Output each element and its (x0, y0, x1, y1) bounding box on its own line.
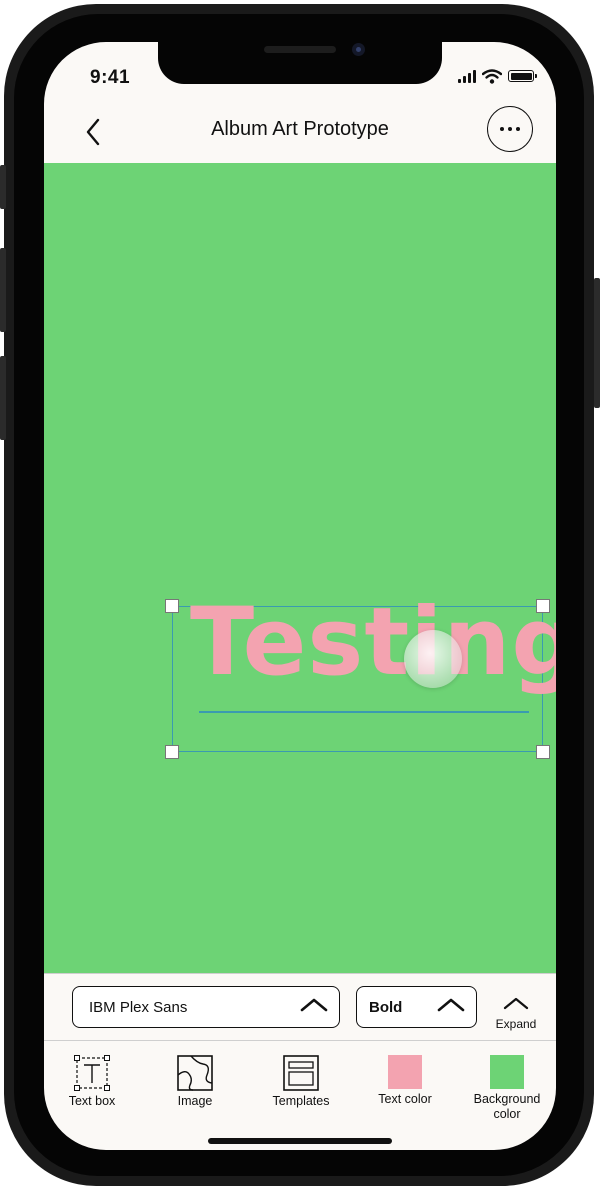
expand-label: Expand (495, 1017, 537, 1031)
home-indicator (208, 1138, 392, 1144)
camera-notch (158, 42, 442, 84)
font-controls: IBM Plex Sans Bold Expand (44, 973, 556, 1041)
app-screen: 9:41 Album Art Prototype Testing IBM Ple… (44, 42, 556, 1150)
resize-handle-top-left[interactable] (165, 599, 179, 613)
touch-indicator (404, 630, 462, 688)
image-tool[interactable]: Image (150, 1055, 240, 1109)
text-color-label: Text color (378, 1092, 432, 1106)
battery-icon (508, 70, 537, 82)
nav-bar: Album Art Prototype (44, 102, 556, 162)
side-button-volume-down (0, 356, 6, 440)
page-title: Album Art Prototype (211, 118, 389, 140)
image-icon (177, 1055, 213, 1091)
resize-handle-bottom-right[interactable] (536, 745, 550, 759)
font-weight-value: Bold (369, 999, 403, 1016)
canvas-text-item[interactable]: Testing (190, 596, 556, 690)
side-button-volume-up (0, 248, 6, 332)
front-camera (352, 43, 365, 56)
cellular-signal-icon (458, 69, 476, 83)
status-icons (458, 67, 537, 85)
background-color-label: Background color (462, 1092, 552, 1122)
text-color-swatch (388, 1055, 422, 1089)
font-family-value: IBM Plex Sans (89, 999, 188, 1016)
templates-label: Templates (272, 1094, 330, 1108)
templates-icon (283, 1055, 319, 1091)
text-color-tool[interactable]: Text color (360, 1055, 450, 1107)
text-box-label: Text box (68, 1094, 116, 1108)
side-button-power (594, 278, 600, 408)
background-color-tool[interactable]: Background color (462, 1055, 552, 1122)
more-options-button[interactable] (487, 106, 533, 152)
text-box-tool[interactable]: Text box (47, 1055, 137, 1109)
expand-button[interactable]: Expand (490, 996, 542, 1036)
bottom-toolbar: Text box Image Templates Text color Back… (44, 1042, 556, 1136)
font-family-select[interactable]: IBM Plex Sans (72, 986, 340, 1028)
background-color-label-line2: color (493, 1107, 521, 1121)
resize-handle-bottom-left[interactable] (165, 745, 179, 759)
background-color-label-line1: Background (473, 1092, 541, 1106)
chevron-up-icon (300, 998, 328, 1012)
more-options-icon (500, 127, 520, 131)
chevron-up-icon (437, 998, 465, 1012)
text-edit-underline (199, 711, 529, 713)
side-button-silent (0, 165, 6, 209)
text-box-icon (74, 1055, 110, 1091)
resize-handle-top-right[interactable] (536, 599, 550, 613)
templates-tool[interactable]: Templates (256, 1055, 346, 1109)
chevron-up-icon (503, 997, 529, 1010)
image-label: Image (177, 1094, 213, 1108)
speaker-grille (264, 46, 336, 53)
status-time: 9:41 (90, 67, 131, 88)
background-color-swatch (490, 1055, 524, 1089)
wifi-icon (482, 68, 502, 84)
font-weight-select[interactable]: Bold (356, 986, 477, 1028)
design-canvas[interactable]: Testing (44, 163, 556, 973)
